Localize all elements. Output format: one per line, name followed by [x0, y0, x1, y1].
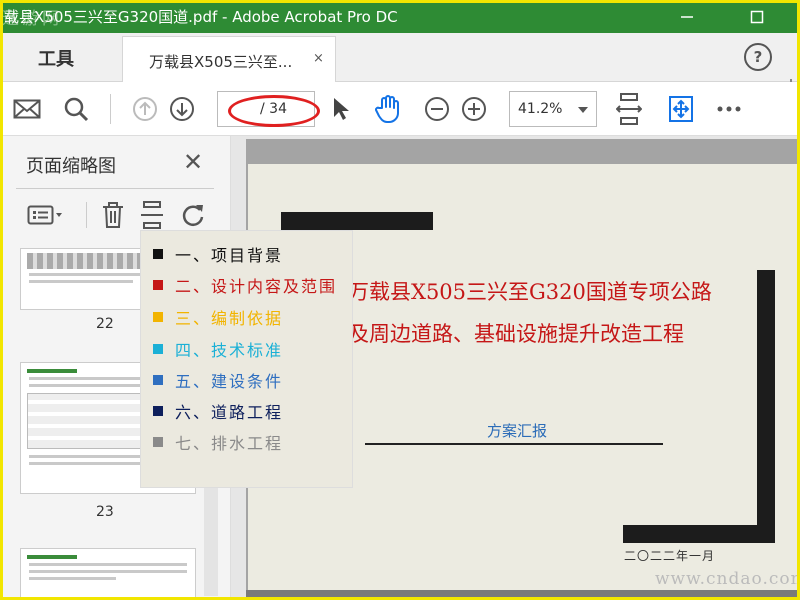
tab-document-label: 万载县X505三兴至... — [149, 53, 293, 71]
window-titlebar: 逸游网 载县X505三兴至G320国道.pdf - Adobe Acrobat … — [0, 0, 800, 33]
toc-overlay: 一、项目背景 二、设计内容及范围 三、编制依据 四、技术标准 五、建设条件 六、… — [141, 231, 352, 487]
email-button[interactable] — [10, 82, 44, 135]
search-button[interactable] — [60, 82, 92, 135]
insert-page-button[interactable] — [138, 200, 166, 230]
decorative-bracket — [757, 270, 775, 542]
toc-bullet — [153, 406, 163, 416]
zoom-out-button[interactable] — [422, 82, 452, 135]
previous-page-button[interactable] — [130, 82, 160, 135]
full-screen-icon — [669, 95, 693, 122]
zoom-in-button[interactable] — [459, 82, 489, 135]
page-number-field[interactable]: / 34 — [217, 91, 315, 127]
hand-icon — [375, 94, 399, 123]
panel-divider — [16, 188, 214, 189]
toc-label: 四、技术标准 — [175, 341, 284, 360]
toc-bullet — [153, 312, 163, 322]
toc-item: 二、设计内容及范围 — [153, 274, 337, 296]
toc-label: 五、建设条件 — [175, 372, 284, 391]
tab-bar: 工具 万载县X505三兴至... × ? — [0, 33, 800, 99]
toc-bullet — [153, 375, 163, 385]
zoom-value: 41.2% — [518, 101, 563, 117]
delete-page-button[interactable] — [98, 200, 128, 230]
panel-title: 页面缩略图 — [26, 156, 116, 177]
toc-bullet — [153, 280, 163, 290]
document-date: 二〇二二年一月 — [624, 549, 716, 563]
thumbnail-header — [27, 555, 77, 559]
thumbnail-page-number: 23 — [96, 504, 114, 520]
toc-bullet — [153, 344, 163, 354]
select-tool-button[interactable] — [328, 82, 354, 135]
tab-document[interactable]: 万载县X505三兴至... × — [122, 36, 336, 83]
options-menu-icon — [27, 205, 62, 225]
thumbnail-line — [29, 280, 134, 283]
search-icon — [64, 97, 89, 121]
decorative-bracket — [623, 525, 775, 543]
maximize-icon — [750, 10, 764, 23]
more-options-icon — [717, 106, 741, 111]
decorative-bar — [281, 212, 433, 230]
toc-label: 六、道路工程 — [175, 403, 284, 422]
document-title-line1: 万载县X505三兴至G320国道专项公路 — [348, 280, 712, 304]
zoom-dropdown[interactable]: 41.2% — [509, 91, 597, 127]
hand-tool-button[interactable] — [370, 82, 406, 135]
toc-label: 二、设计内容及范围 — [175, 277, 338, 296]
toc-bullet — [153, 249, 163, 259]
thumbnail-page-number: 22 — [96, 316, 114, 332]
thumbnail-line — [29, 563, 187, 566]
toc-item: 五、建设条件 — [153, 369, 283, 391]
toc-item: 四、技术标准 — [153, 338, 283, 360]
thumbnail-line — [29, 570, 187, 573]
thumbnail-header — [27, 369, 77, 373]
more-tools-button[interactable] — [713, 82, 745, 135]
thumbnail-line — [29, 577, 116, 580]
fit-page-icon — [616, 92, 642, 125]
panel-options-button[interactable] — [26, 200, 66, 230]
site-watermark: www.cndao.com — [655, 569, 800, 589]
arrow-up-circle-icon — [133, 96, 157, 121]
toc-item: 三、编制依据 — [153, 306, 283, 328]
full-screen-button[interactable] — [665, 82, 697, 135]
cursor-arrow-icon — [334, 97, 349, 120]
toc-label: 三、编制依据 — [175, 309, 284, 328]
toc-bullet — [153, 437, 163, 447]
document-underline — [365, 443, 663, 445]
insert-page-icon — [141, 201, 163, 229]
tab-tools[interactable]: 工具 — [38, 45, 74, 71]
panel-close-icon[interactable]: ✕ — [183, 148, 203, 176]
toc-item: 七、排水工程 — [153, 431, 283, 453]
maximize-button[interactable] — [734, 0, 780, 33]
thumbnail-line — [29, 462, 151, 465]
fit-page-button[interactable] — [614, 82, 644, 135]
mail-icon — [13, 99, 41, 118]
page-count: / 34 — [260, 101, 287, 117]
zoom-out-icon — [425, 96, 449, 121]
tab-close-icon[interactable]: × — [313, 51, 324, 66]
thumbnail-page-24[interactable] — [20, 548, 196, 600]
toc-label: 一、项目背景 — [175, 246, 284, 265]
toc-item: 一、项目背景 — [153, 243, 283, 265]
toolbar-separator — [110, 94, 111, 124]
document-title-line2: 及周边道路、基础设施提升改造工程 — [348, 322, 684, 346]
minimize-icon — [681, 15, 693, 18]
arrow-down-circle-icon — [170, 96, 194, 121]
window-title: 载县X505三兴至G320国道.pdf - Adobe Acrobat Pro … — [4, 8, 398, 26]
viewer-bottom-bar — [246, 590, 800, 600]
zoom-in-icon — [462, 96, 486, 121]
toc-label: 七、排水工程 — [175, 434, 284, 453]
next-page-button[interactable] — [167, 82, 197, 135]
help-icon[interactable]: ? — [744, 43, 772, 71]
page-number-input[interactable] — [220, 97, 256, 121]
main-toolbar: / 34 41.2% — [0, 82, 800, 136]
trash-icon — [103, 202, 123, 228]
panel-separator — [86, 202, 87, 228]
document-subtitle: 方案汇报 — [487, 422, 548, 440]
rotate-page-button[interactable] — [178, 200, 208, 230]
rotate-icon — [182, 205, 204, 226]
minimize-button[interactable] — [664, 0, 710, 33]
chevron-down-icon — [578, 107, 588, 113]
toc-item: 六、道路工程 — [153, 400, 283, 422]
